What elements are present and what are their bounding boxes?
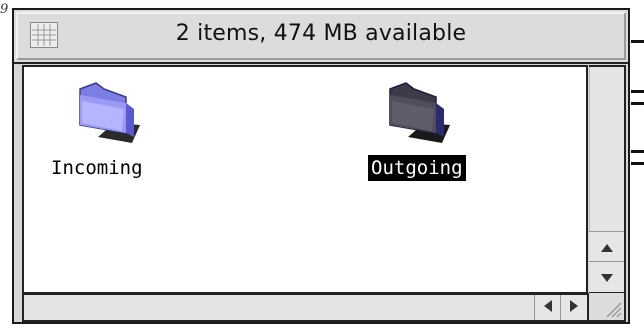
scroll-down-arrow-icon: [600, 268, 614, 287]
scroll-left-arrow-icon: [543, 298, 553, 317]
window-header[interactable]: 2 items, 474 MB available: [14, 10, 628, 64]
folder-icon: [74, 79, 144, 145]
scroll-right-arrow-icon: [569, 298, 579, 317]
vertical-scrollbar[interactable]: [589, 65, 626, 294]
folder-item-incoming[interactable]: Incoming: [24, 67, 224, 197]
folder-icon: [384, 79, 454, 145]
resize-grip-icon[interactable]: [589, 293, 626, 322]
finder-window: 2 items, 474 MB available Incoming Outgo…: [12, 8, 630, 324]
window-status-text: 2 items, 474 MB available: [175, 21, 467, 46]
horizontal-scrollbar[interactable]: [22, 293, 589, 322]
scroll-up-arrow-icon: [600, 238, 614, 257]
scroll-left-button[interactable]: [534, 295, 561, 320]
folder-item-outgoing[interactable]: Outgoing: [354, 67, 514, 197]
folder-label-selected: Outgoing: [368, 155, 466, 181]
scroll-right-button[interactable]: [560, 295, 587, 320]
vertical-scroll-track[interactable]: [589, 67, 624, 232]
edge-text-fragment: 9: [0, 2, 9, 17]
window-content-area[interactable]: Incoming Outgoing: [22, 65, 588, 294]
scroll-up-button[interactable]: [589, 231, 624, 262]
scroll-down-button[interactable]: [589, 261, 624, 292]
background-window-sliver: [631, 0, 644, 333]
folder-label: Incoming: [51, 157, 143, 179]
